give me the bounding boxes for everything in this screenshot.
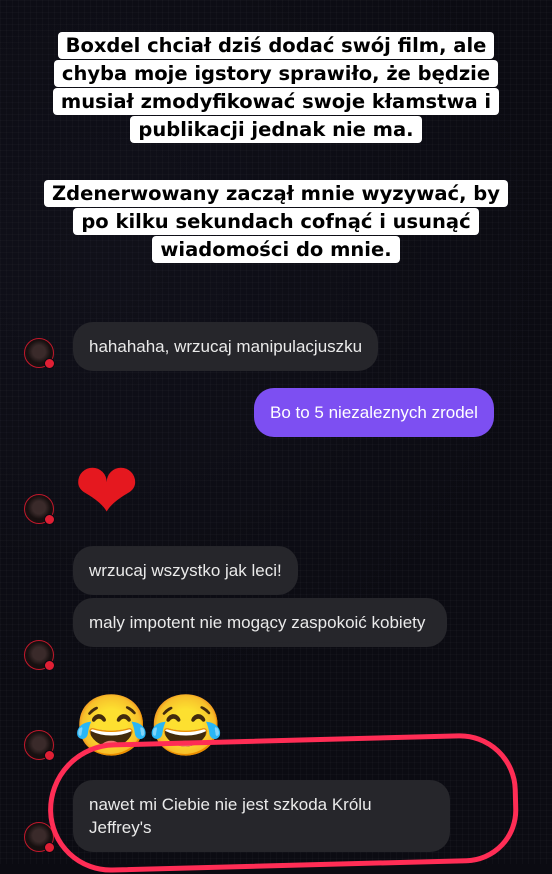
sender-avatar[interactable] bbox=[24, 640, 55, 671]
sender-avatar[interactable] bbox=[24, 730, 55, 761]
caption-line: wiadomości do mnie. bbox=[152, 236, 400, 263]
story-caption-top: Boxdel chciał dziś dodać swój film, ale … bbox=[0, 32, 552, 144]
message-bubble-incoming[interactable]: wrzucaj wszystko jak leci! bbox=[73, 546, 298, 595]
caption-line: po kilku sekundach cofnąć i usunąć bbox=[73, 208, 479, 235]
story-caption-bottom: Zdenerwowany zaczął mnie wyzywać, by po … bbox=[0, 180, 552, 264]
message-bubble-incoming[interactable]: hahahaha, wrzucaj manipulacjuszku bbox=[73, 322, 379, 371]
message-bubble-incoming[interactable]: maly impotent nie mogący zaspokoić kobie… bbox=[73, 598, 447, 647]
message-bubble-outgoing[interactable]: Bo to 5 niezaleznych zrodel bbox=[254, 388, 494, 437]
sender-avatar[interactable] bbox=[24, 494, 55, 525]
caption-line: musiał zmodyfikować swoje kłamstwa i bbox=[52, 88, 500, 115]
heart-emoji[interactable]: ❤ bbox=[74, 452, 139, 530]
caption-line: publikacji jednak nie ma. bbox=[130, 116, 422, 143]
caption-line: Zdenerwowany zaczął mnie wyzywać, by bbox=[44, 180, 508, 207]
highlight-ring bbox=[46, 731, 520, 874]
caption-line: chyba moje igstory sprawiło, że będzie bbox=[53, 60, 499, 87]
sender-avatar[interactable] bbox=[24, 338, 55, 369]
caption-line: Boxdel chciał dziś dodać swój film, ale bbox=[57, 32, 495, 59]
